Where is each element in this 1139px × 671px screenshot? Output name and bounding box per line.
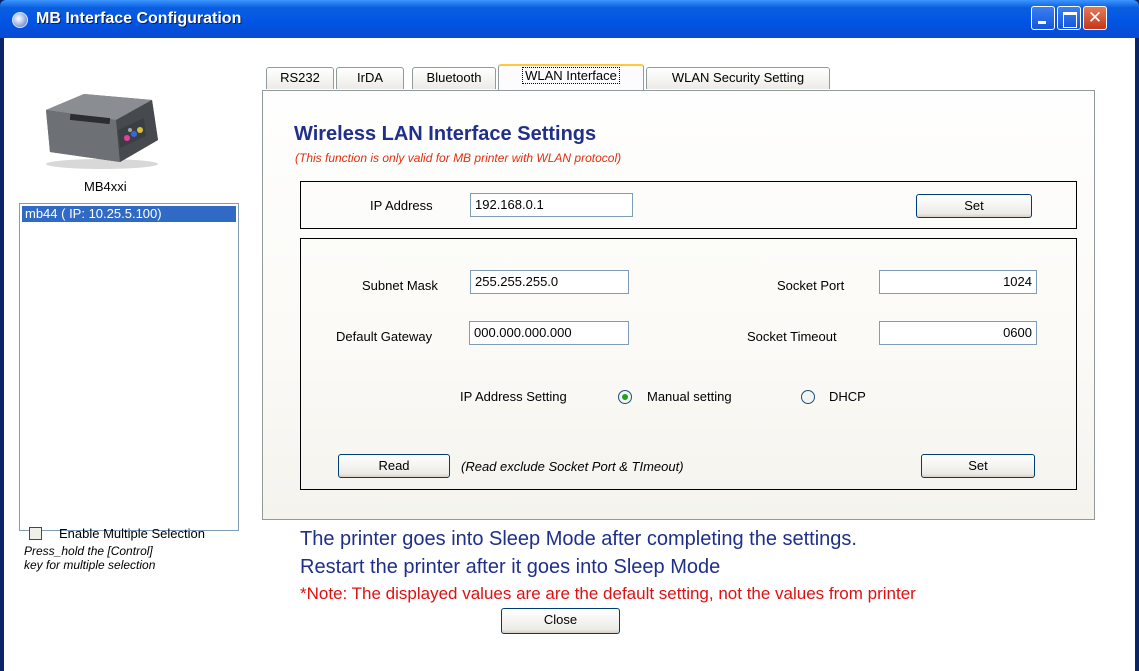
model-label: MB4xxi — [84, 179, 127, 194]
network-settings-group: Subnet Mask 255.255.255.0 Socket Port 10… — [300, 238, 1077, 490]
default-gateway-field[interactable]: 000.000.000.000 — [469, 321, 629, 345]
socket-port-field[interactable]: 1024 — [879, 270, 1037, 294]
config-window: MB Interface Configuration ✕ MB4xxi mb44… — [0, 0, 1139, 671]
default-gateway-label: Default Gateway — [336, 329, 433, 344]
socket-timeout-field[interactable]: 0600 — [879, 321, 1037, 345]
ip-address-label: IP Address — [370, 198, 433, 213]
default-values-note: *Note: The displayed values are are the … — [300, 584, 916, 603]
device-list-item[interactable]: mb44 ( IP: 10.25.5.100) — [22, 206, 236, 222]
ip-address-group: IP Address 192.168.0.1 Set — [300, 181, 1077, 229]
tab-rs232-label: RS232 — [280, 70, 320, 85]
panel-subtitle: (This function is only valid for MB prin… — [295, 151, 622, 165]
printer-image — [46, 94, 158, 169]
tab-wlan-security-setting[interactable]: WLAN Security Setting — [646, 67, 830, 89]
tab-bluetooth-label: Bluetooth — [426, 70, 482, 85]
ip-address-field[interactable]: 192.168.0.1 — [470, 193, 633, 217]
title-bar[interactable]: MB Interface Configuration ✕ — [0, 0, 1139, 38]
minimize-button[interactable] — [1031, 6, 1055, 30]
tab-irda-label: IrDA — [357, 70, 383, 85]
dhcp-radio[interactable] — [801, 390, 815, 404]
set-button[interactable]: Set — [921, 454, 1035, 478]
wlan-interface-panel: Wireless LAN Interface Settings (This fu… — [262, 90, 1095, 520]
hint-line-2: key for multiple selection — [24, 558, 156, 572]
hint-line-1: Press_hold the [Control] — [24, 544, 153, 558]
enable-multiple-selection-label[interactable]: Enable Multiple Selection — [59, 526, 205, 541]
tab-wlan-security-setting-label: WLAN Security Setting — [671, 70, 805, 85]
dhcp-label[interactable]: DHCP — [829, 389, 866, 404]
panel-title: Wireless LAN Interface Settings — [294, 123, 597, 145]
subnet-mask-field[interactable]: 255.255.255.0 — [470, 270, 629, 294]
manual-setting-label[interactable]: Manual setting — [647, 389, 732, 404]
socket-port-label: Socket Port — [777, 278, 845, 293]
device-list[interactable]: mb44 ( IP: 10.25.5.100) — [19, 203, 239, 531]
tab-bluetooth[interactable]: Bluetooth — [412, 67, 496, 89]
multi-select-hint: Press_hold the [Control] key for multipl… — [24, 544, 254, 572]
read-note: (Read exclude Socket Port & TImeout) — [461, 459, 684, 474]
ip-set-button[interactable]: Set — [916, 194, 1032, 218]
subnet-mask-label: Subnet Mask — [362, 278, 438, 293]
tab-rs232[interactable]: RS232 — [266, 67, 334, 89]
tab-irda[interactable]: IrDA — [336, 67, 404, 89]
close-button[interactable]: Close — [501, 608, 620, 634]
tab-wlan-interface-label: WLAN Interface — [522, 67, 620, 84]
enable-multiple-selection-checkbox[interactable] — [29, 527, 42, 540]
manual-setting-radio[interactable] — [618, 390, 632, 404]
window-title: MB Interface Configuration — [36, 10, 242, 27]
client-area: MB4xxi mb44 ( IP: 10.25.5.100) Enable Mu… — [4, 38, 1135, 671]
restart-message: Restart the printer after it goes into S… — [300, 556, 721, 578]
read-button[interactable]: Read — [338, 454, 450, 478]
sleep-mode-message: The printer goes into Sleep Mode after c… — [300, 528, 857, 550]
tab-wlan-interface[interactable]: WLAN Interface — [498, 64, 644, 90]
app-icon — [12, 12, 28, 28]
maximize-button[interactable] — [1057, 6, 1081, 30]
close-icon: ✕ — [1087, 8, 1103, 28]
socket-timeout-label: Socket Timeout — [747, 329, 837, 344]
close-window-button[interactable]: ✕ — [1083, 6, 1107, 30]
ip-address-setting-label: IP Address Setting — [460, 389, 567, 404]
